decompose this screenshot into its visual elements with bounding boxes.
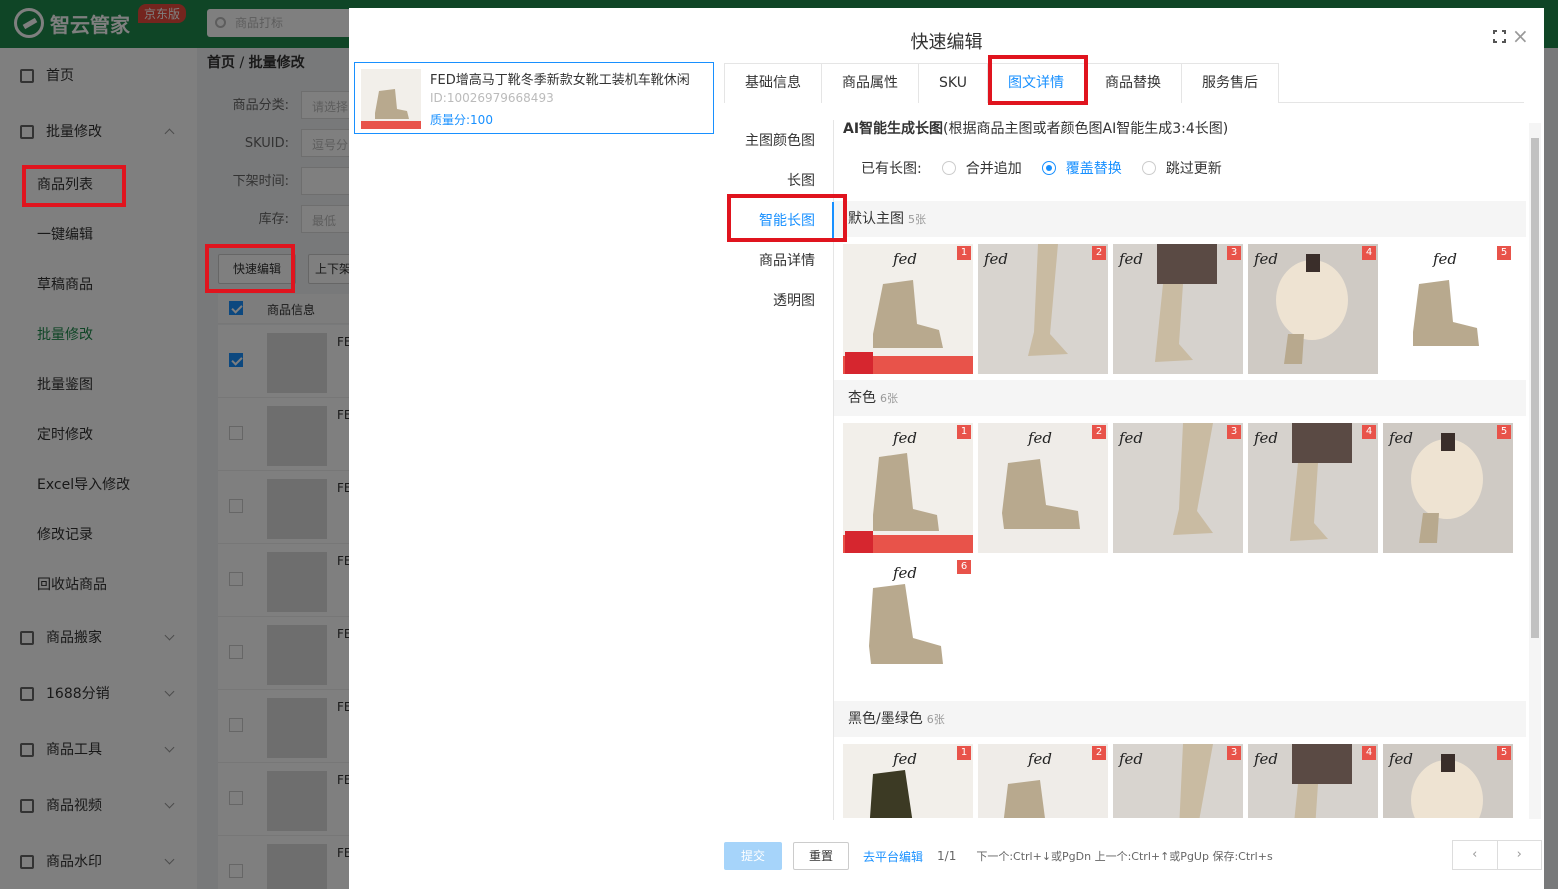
image-index: 3 <box>1227 746 1241 760</box>
gallery-image[interactable]: fed 5 <box>1383 744 1513 818</box>
group-header-apricot: 杏色 6张 <box>834 380 1526 416</box>
product-image <box>361 69 421 129</box>
brand-mark: fed <box>1028 750 1053 768</box>
group-name: 黑色/墨绿色 <box>848 711 923 727</box>
product-id: ID:10026979668493 <box>430 91 554 105</box>
brand-mark: fed <box>1433 250 1458 268</box>
gallery-image[interactable]: fed 3 <box>1113 423 1243 553</box>
modal-title: 快速编辑 <box>910 32 983 53</box>
subnav-main-color[interactable]: 主图颜色图 <box>745 130 815 150</box>
image-index: 1 <box>957 246 971 260</box>
tab-bar: 基础信息 商品属性 SKU 图文详情 商品替换 服务售后 <box>724 63 1524 103</box>
submit-button[interactable]: 提交 <box>724 842 782 870</box>
brand-mark: fed <box>1389 750 1414 768</box>
highlight-box <box>988 55 1088 105</box>
app-root: 智云管家 京东版 商品打标 首页 批量修改 商品列表 一键编辑 草稿商品 批量修… <box>0 0 1558 889</box>
gallery-image[interactable]: fed 1 <box>843 244 973 374</box>
modal-footer: 提交 重置 去平台编辑 1/1 下一个:Ctrl+↓或PgDn 上一个:Ctrl… <box>724 841 1273 871</box>
page-indicator: 1/1 <box>937 849 957 863</box>
tab-replace[interactable]: 商品替换 <box>1083 63 1182 103</box>
brand-mark: fed <box>1119 429 1144 447</box>
image-index: 4 <box>1362 246 1376 260</box>
image-index: 2 <box>1092 425 1106 439</box>
gallery-image[interactable]: fed 1 <box>843 423 973 553</box>
shortcut-hint: 下一个:Ctrl+↓或PgDn 上一个:Ctrl+↑或PgUp 保存:Ctrl+… <box>976 850 1273 863</box>
tab-sku[interactable]: SKU <box>918 63 988 103</box>
product-name: FED增高马丁靴冬季新款女靴工装机车靴休闲 <box>430 73 690 88</box>
promo-banner <box>843 352 973 374</box>
brand-mark: fed <box>893 250 918 268</box>
image-index: 1 <box>957 425 971 439</box>
gallery-image[interactable]: fed 2 <box>978 423 1108 553</box>
image-gallery: 默认主图 5张 fed 1 fed 2 fed 3 fed 4 fed 5 杏色… <box>834 128 1526 818</box>
group-header-default: 默认主图 5张 <box>834 201 1526 237</box>
group-count: 6张 <box>926 713 945 726</box>
highlight-box <box>727 194 847 242</box>
gallery-image[interactable]: fed 4 <box>1248 244 1378 374</box>
tab-basic-info[interactable]: 基础信息 <box>724 63 822 103</box>
gallery-image[interactable]: fed 2 <box>978 744 1108 818</box>
brand-mark: fed <box>984 250 1009 268</box>
product-quality: 质量分:100 <box>430 113 493 127</box>
promo-banner <box>843 531 973 553</box>
product-card[interactable]: FED增高马丁靴冬季新款女靴工装机车靴休闲 ID:10026979668493 … <box>354 62 714 134</box>
group-header-black-green: 黑色/墨绿色 6张 <box>834 701 1526 737</box>
image-index: 5 <box>1497 425 1511 439</box>
next-page-button[interactable]: › <box>1498 841 1542 869</box>
image-index: 4 <box>1362 425 1376 439</box>
image-index: 3 <box>1227 425 1241 439</box>
image-index: 5 <box>1497 746 1511 760</box>
group-count: 6张 <box>880 392 898 405</box>
brand-mark: fed <box>1254 429 1279 447</box>
group-name: 默认主图 <box>848 211 904 227</box>
gallery-image[interactable]: fed 2 <box>978 244 1108 374</box>
reset-button[interactable]: 重置 <box>793 842 849 870</box>
close-icon[interactable]: × <box>1512 24 1529 48</box>
tab-after-sales[interactable]: 服务售后 <box>1180 63 1279 103</box>
gallery-scrollbar[interactable] <box>1529 123 1541 819</box>
gallery-image[interactable]: fed 1 <box>843 744 973 818</box>
gallery-image[interactable]: fed 6 <box>843 558 973 688</box>
pager: ‹ › <box>1452 840 1542 870</box>
gallery-image[interactable]: fed 5 <box>1383 244 1513 374</box>
brand-mark: fed <box>1028 429 1053 447</box>
quick-edit-modal: 快速编辑 × FED增高马丁靴冬季新款女靴工装机车靴休闲 ID:10026979… <box>349 8 1544 889</box>
prev-page-button[interactable]: ‹ <box>1453 841 1498 869</box>
group-name: 杏色 <box>848 390 876 406</box>
brand-mark: fed <box>1119 250 1144 268</box>
brand-mark: fed <box>1254 750 1279 768</box>
image-index: 6 <box>957 560 971 574</box>
brand-mark: fed <box>893 750 918 768</box>
brand-mark: fed <box>1389 429 1414 447</box>
image-index: 3 <box>1227 246 1241 260</box>
brand-mark: fed <box>893 429 918 447</box>
gallery-image[interactable]: fed 4 <box>1248 423 1378 553</box>
brand-mark: fed <box>1254 250 1279 268</box>
image-index: 4 <box>1362 746 1376 760</box>
fullscreen-icon[interactable] <box>1492 29 1507 44</box>
image-index: 2 <box>1092 746 1106 760</box>
group-count: 5张 <box>908 213 926 226</box>
highlight-box <box>205 244 295 293</box>
gallery-image[interactable]: fed 3 <box>1113 244 1243 374</box>
scrollbar-thumb[interactable] <box>1531 138 1539 638</box>
subnav-detail[interactable]: 商品详情 <box>759 250 815 270</box>
highlight-box <box>22 165 126 207</box>
subnav-transparent[interactable]: 透明图 <box>773 290 815 310</box>
gallery-image[interactable]: fed 3 <box>1113 744 1243 818</box>
image-index: 5 <box>1497 246 1511 260</box>
gallery-image[interactable]: fed 4 <box>1248 744 1378 818</box>
gallery-image[interactable]: fed 5 <box>1383 423 1513 553</box>
brand-mark: fed <box>893 564 918 582</box>
subnav-long-image[interactable]: 长图 <box>787 170 815 190</box>
go-platform-edit-link[interactable]: 去平台编辑 <box>863 848 923 865</box>
tab-attributes[interactable]: 商品属性 <box>821 63 919 103</box>
image-index: 1 <box>957 746 971 760</box>
brand-mark: fed <box>1119 750 1144 768</box>
image-index: 2 <box>1092 246 1106 260</box>
